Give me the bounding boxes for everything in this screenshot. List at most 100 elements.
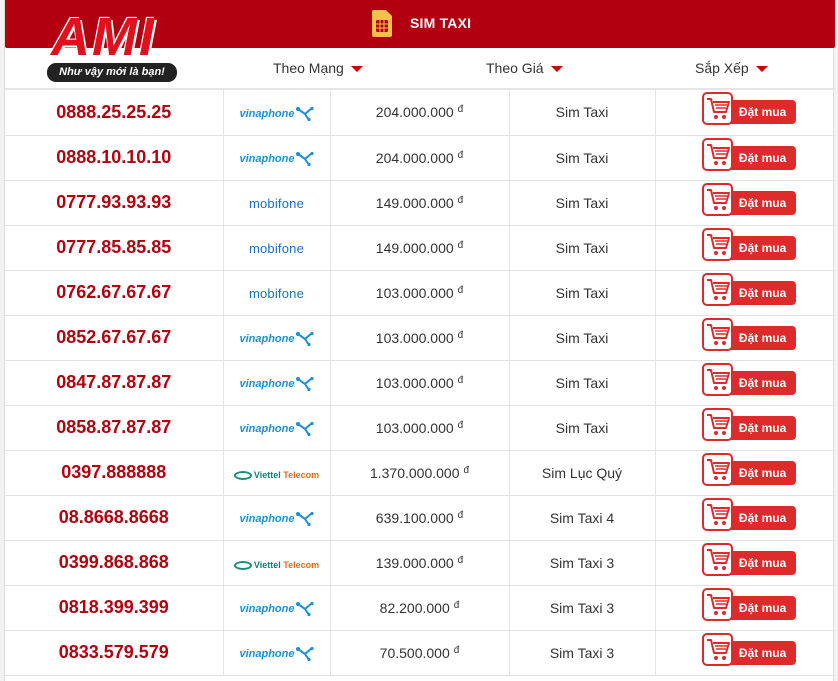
sim-type: Sim Taxi: [509, 135, 656, 181]
buy-button[interactable]: Đặt mua: [702, 587, 797, 621]
price-value: 149.000.000: [375, 239, 454, 256]
shopping-cart-icon: [702, 317, 734, 351]
price-value: 149.000.000: [375, 194, 454, 211]
buy-cell: Đặt mua: [655, 360, 835, 406]
buy-cell: Đặt mua: [655, 450, 835, 496]
shopping-cart-icon: [702, 362, 734, 396]
sim-table: 0888.25.25.25 vinaphone 204.000.000 đ Sim Ta…: [5, 90, 835, 676]
table-row[interactable]: 0777.85.85.85 mobifone 149.000.000 đ Sim Tax…: [5, 225, 835, 271]
table-row[interactable]: 0397.888888 Viettel Telecom 1.370.000.000 đ…: [5, 450, 835, 496]
buy-button[interactable]: Đặt mua: [702, 362, 797, 396]
price-value: 204.000.000: [375, 149, 454, 166]
buy-cell: Đặt mua: [655, 270, 835, 316]
vinaphone-star-icon: [295, 511, 314, 527]
buy-cell: Đặt mua: [655, 180, 835, 226]
viettel-ellipse-icon: [233, 560, 252, 570]
sim-number[interactable]: 0888.10.10.10: [5, 135, 224, 181]
buy-cell: Đặt mua: [655, 585, 835, 631]
sim-number[interactable]: 0888.25.25.25: [5, 90, 224, 136]
buy-button[interactable]: Đặt mua: [702, 227, 797, 261]
network-cell: Viettel Telecom: [223, 450, 331, 496]
currency-symbol: đ: [457, 104, 464, 116]
table-row[interactable]: 0399.868.868 Viettel Telecom 139.000.000 đ S…: [5, 540, 835, 586]
shopping-cart-icon: [702, 587, 734, 621]
price-value: 204.000.000: [375, 104, 454, 121]
sim-type: Sim Taxi: [509, 225, 656, 271]
mobifone-logo: mobifone: [248, 195, 305, 211]
sim-number[interactable]: 0762.67.67.67: [5, 270, 224, 316]
sim-type: Sim Taxi: [509, 270, 656, 316]
vinaphone-star-icon: [295, 601, 314, 617]
buy-label: Đặt mua: [738, 105, 787, 120]
buy-cell: Đặt mua: [655, 315, 835, 361]
price-cell: 204.000.000 đ: [330, 135, 510, 181]
caret-down-icon: [550, 66, 563, 73]
sim-card-icon: [372, 10, 392, 37]
table-row[interactable]: 0888.25.25.25 vinaphone 204.000.000 đ Sim Ta…: [5, 90, 835, 136]
buy-button[interactable]: Đặt mua: [702, 182, 797, 216]
table-row[interactable]: 0777.93.93.93 mobifone 149.000.000 đ Sim Tax…: [5, 180, 835, 226]
filter-price[interactable]: Theo Giá: [486, 60, 563, 76]
mobifone-logo: mobifone: [248, 285, 305, 301]
table-row[interactable]: 0818.399.399 vinaphone 82.200.000 đ Sim Taxi…: [5, 585, 835, 631]
sim-number[interactable]: 0833.579.579: [5, 630, 224, 676]
shopping-cart-icon: [702, 182, 734, 216]
network-cell: mobifone: [223, 225, 331, 271]
currency-symbol: đ: [457, 554, 464, 566]
buy-button[interactable]: Đặt mua: [702, 317, 797, 351]
buy-button[interactable]: Đặt mua: [702, 272, 797, 306]
buy-button[interactable]: Đặt mua: [702, 407, 797, 441]
price-value: 103.000.000: [375, 284, 454, 301]
currency-symbol: đ: [457, 509, 464, 521]
table-row[interactable]: 08.8668.8668 vinaphone 639.100.000 đ Sim Tax…: [5, 495, 835, 541]
table-row[interactable]: 0888.10.10.10 vinaphone 204.000.000 đ Sim Ta…: [5, 135, 835, 181]
currency-symbol: đ: [463, 464, 470, 476]
currency-symbol: đ: [457, 374, 464, 386]
buy-button[interactable]: Đặt mua: [702, 452, 797, 486]
sim-number[interactable]: 0858.87.87.87: [5, 405, 224, 451]
network-cell: vinaphone: [223, 630, 331, 676]
sim-number[interactable]: 0852.67.67.67: [5, 315, 224, 361]
sim-type: Sim Taxi 3: [509, 540, 656, 586]
price-cell: 139.000.000 đ: [330, 540, 510, 586]
filter-sort[interactable]: Sắp Xếp: [695, 60, 768, 76]
filter-network[interactable]: Theo Mạng: [273, 60, 363, 76]
buy-button[interactable]: Đặt mua: [702, 542, 797, 576]
sim-number[interactable]: 08.8668.8668: [5, 495, 224, 541]
currency-symbol: đ: [457, 329, 464, 341]
table-row[interactable]: 0833.579.579 vinaphone 70.500.000 đ Sim Taxi…: [5, 630, 835, 676]
price-cell: 82.200.000 đ: [330, 585, 510, 631]
sim-number[interactable]: 0818.399.399: [5, 585, 224, 631]
buy-label: Đặt mua: [738, 555, 787, 570]
table-row[interactable]: 0858.87.87.87 vinaphone 103.000.000 đ Sim Ta…: [5, 405, 835, 451]
price-cell: 103.000.000 đ: [330, 405, 510, 451]
buy-button[interactable]: Đặt mua: [702, 92, 797, 126]
buy-label: Đặt mua: [738, 330, 787, 345]
table-row[interactable]: 0847.87.87.87 vinaphone 103.000.000 đ Sim Ta…: [5, 360, 835, 406]
network-cell: vinaphone: [223, 495, 331, 541]
buy-button[interactable]: Đặt mua: [702, 137, 797, 171]
vinaphone-star-icon: [295, 646, 314, 662]
buy-button[interactable]: Đặt mua: [702, 632, 797, 666]
currency-symbol: đ: [457, 149, 464, 161]
viettel-ellipse-icon: [233, 470, 252, 480]
sim-number[interactable]: 0847.87.87.87: [5, 360, 224, 406]
sim-number[interactable]: 0397.888888: [5, 450, 224, 496]
vinaphone-logo: vinaphone: [239, 376, 314, 392]
currency-symbol: đ: [453, 599, 460, 611]
buy-label: Đặt mua: [738, 510, 787, 525]
sim-number[interactable]: 0777.93.93.93: [5, 180, 224, 226]
sim-number[interactable]: 0777.85.85.85: [5, 225, 224, 271]
price-cell: 70.500.000 đ: [330, 630, 510, 676]
table-row[interactable]: 0852.67.67.67 vinaphone 103.000.000 đ Sim Ta…: [5, 315, 835, 361]
currency-symbol: đ: [457, 284, 464, 296]
filter-sort-label: Sắp Xếp: [695, 60, 749, 76]
vinaphone-logo: vinaphone: [239, 331, 314, 347]
buy-button[interactable]: Đặt mua: [702, 497, 797, 531]
shopping-cart-icon: [702, 542, 734, 576]
sim-type: Sim Taxi: [509, 180, 656, 226]
sim-number[interactable]: 0399.868.868: [5, 540, 224, 586]
vinaphone-star-icon: [295, 151, 314, 167]
table-row[interactable]: 0762.67.67.67 mobifone 103.000.000 đ Sim Tax…: [5, 270, 835, 316]
price-cell: 1.370.000.000 đ: [330, 450, 510, 496]
